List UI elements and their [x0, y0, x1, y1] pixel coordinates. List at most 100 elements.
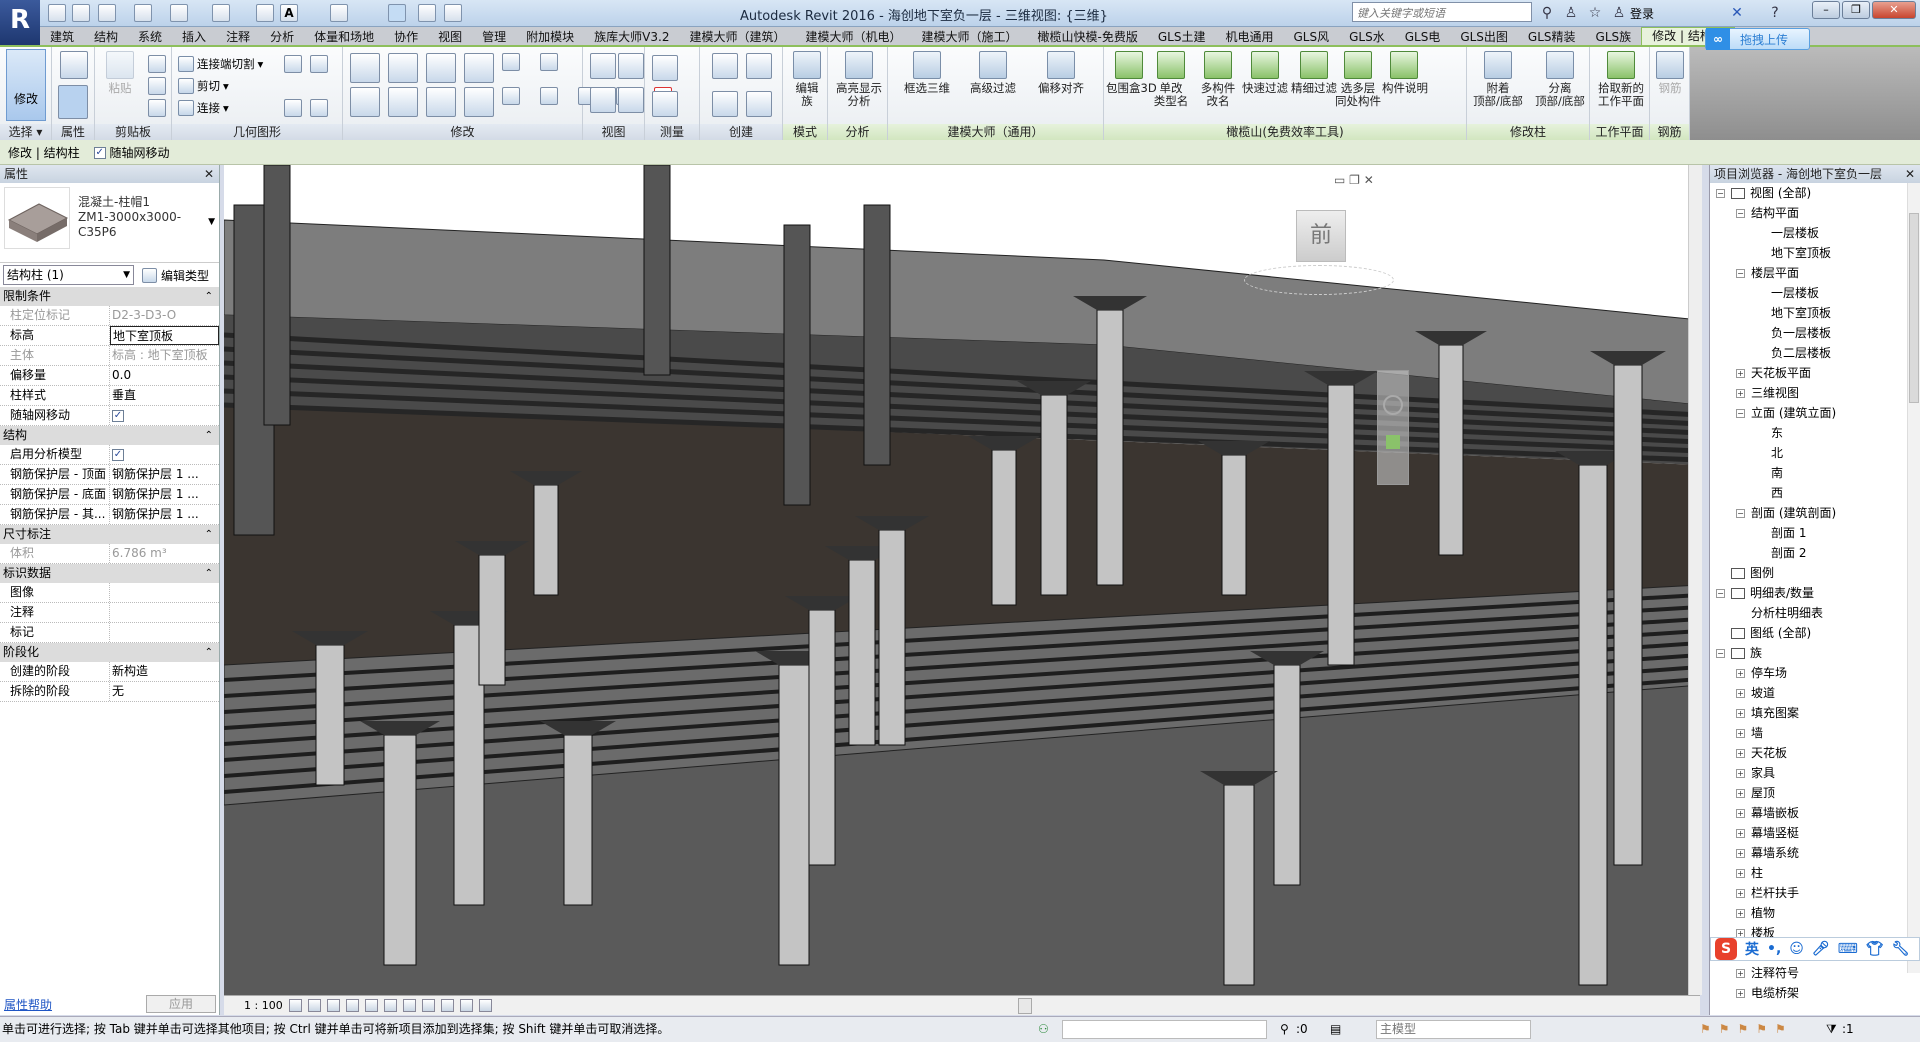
browser-item[interactable]: + 电缆桥架 [1710, 983, 1920, 1003]
properties-help-link[interactable]: 属性帮助 [4, 996, 52, 1013]
collapse-icon[interactable]: − [1736, 508, 1745, 518]
close-hidden-windows-icon[interactable] [418, 4, 436, 22]
browser-item[interactable]: − 结构平面 [1710, 203, 1920, 223]
paint-icon[interactable] [590, 87, 616, 113]
checkbox[interactable]: ✓ [112, 448, 124, 461]
column[interactable] [783, 224, 811, 506]
browser-item[interactable]: 一层楼板 [1710, 283, 1920, 303]
tab-8[interactable]: 视图 [428, 28, 472, 45]
copy-icon[interactable] [388, 87, 418, 117]
column[interactable] [1221, 454, 1247, 596]
expand-icon[interactable]: + [1736, 668, 1745, 678]
tab-16[interactable]: GLS土建 [1148, 28, 1216, 45]
browser-item[interactable]: 负二层楼板 [1710, 343, 1920, 363]
favorites-star-icon[interactable]: ☆ [1586, 4, 1604, 22]
tab-11[interactable]: 族库大师V3.2 [584, 28, 679, 45]
ribbon-button-2[interactable]: 框选三维 [898, 49, 956, 95]
subscription-icon[interactable]: ♙ [1562, 4, 1580, 22]
mirror-draw-axis-icon[interactable] [464, 53, 494, 83]
browser-item[interactable]: − 楼层平面 [1710, 263, 1920, 283]
browser-item[interactable]: 剖面 2 [1710, 543, 1920, 563]
copy-icon[interactable] [148, 77, 166, 95]
ribbon-button-8[interactable]: 快速过滤 [1242, 49, 1288, 95]
tab-1[interactable]: 结构 [84, 28, 128, 45]
chevron-down-icon[interactable]: ▼ [208, 217, 215, 227]
reveal-hidden-icon[interactable] [459, 999, 473, 1012]
browser-item[interactable]: 北 [1710, 443, 1920, 463]
column[interactable] [1223, 784, 1255, 986]
property-value[interactable]: 无 [110, 682, 219, 701]
collapse-icon[interactable]: ⌃ [205, 643, 213, 662]
ribbon-button-6[interactable]: 单改 类型名 [1150, 49, 1192, 108]
browser-item[interactable]: + 幕墙系统 [1710, 843, 1920, 863]
exchange-apps-icon[interactable]: ✕ [1728, 4, 1746, 22]
expand-icon[interactable]: + [1736, 848, 1745, 858]
browser-item[interactable]: 负一层楼板 [1710, 323, 1920, 343]
revit-app-menu-button[interactable]: R [0, 0, 40, 45]
3d-model-render[interactable] [224, 165, 1700, 995]
property-value[interactable]: ✓ [110, 406, 219, 425]
type-selector[interactable]: 混凝土-柱帽1 ZM1-3000x3000- C35P6 ▼ [0, 183, 219, 263]
tab-15[interactable]: 橄榄山快模-免费版 [1028, 28, 1148, 45]
instance-filter-dropdown[interactable]: 结构柱 (1) ▼ [3, 265, 134, 285]
browser-item[interactable]: + 天花板 [1710, 743, 1920, 763]
panel-label[interactable]: 选择 ▾ [0, 124, 51, 140]
column[interactable] [878, 529, 906, 746]
column[interactable] [1327, 384, 1355, 666]
tab-17[interactable]: 机电通用 [1215, 28, 1283, 45]
override-graphics-icon[interactable] [618, 53, 644, 79]
array-icon[interactable] [502, 87, 520, 105]
property-value[interactable]: 新构造 [110, 662, 219, 681]
text-icon[interactable]: A [280, 4, 298, 22]
save-icon[interactable] [72, 4, 90, 22]
expand-icon[interactable]: + [1736, 888, 1745, 898]
geometry-tool-icon-3[interactable] [310, 99, 328, 117]
browser-item[interactable]: + 三维视图 [1710, 383, 1920, 403]
viewcube-compass[interactable] [1244, 265, 1394, 295]
tab-5[interactable]: 分析 [260, 28, 304, 45]
browser-item[interactable]: + 家具 [1710, 763, 1920, 783]
split-gap-icon[interactable] [540, 53, 558, 71]
ime-toolbar[interactable]: S 英 •, ☺ 🎤︎ ⌨ 👕︎ 🔧︎ [1710, 937, 1920, 961]
ribbon-button-0[interactable]: 编辑 族 [786, 49, 828, 108]
geometry-tool-icon-1[interactable] [310, 55, 328, 73]
selection-filter-icons[interactable]: ⚑⚑⚑⚑⚑ [1700, 1017, 1794, 1041]
worksets-icon[interactable]: ⚇ [1038, 1017, 1049, 1041]
column[interactable] [778, 664, 810, 966]
scale-icon[interactable] [540, 87, 558, 105]
workset-dropdown[interactable] [1062, 1020, 1267, 1039]
split-icon[interactable] [502, 53, 520, 71]
column[interactable] [383, 734, 417, 966]
hide-isolate-icon[interactable] [440, 999, 454, 1012]
property-value[interactable] [110, 623, 219, 642]
browser-item[interactable]: 南 [1710, 463, 1920, 483]
viewcube[interactable]: 前 [1296, 210, 1346, 262]
property-value[interactable]: 钢筋保护层 1 ... [110, 505, 219, 524]
edit-type-button[interactable]: 编辑类型 [142, 267, 209, 284]
ribbon-button-1[interactable]: 高亮显示 分析 [830, 49, 888, 108]
measure-icon[interactable] [652, 91, 678, 117]
property-group[interactable]: 结构 ⌃ [0, 426, 219, 445]
tab-3[interactable]: 插入 [172, 28, 216, 45]
lock-view-icon[interactable] [421, 999, 435, 1012]
browser-item[interactable]: − 视图 (全部) [1710, 183, 1920, 203]
browser-item[interactable]: + 墙 [1710, 723, 1920, 743]
collapse-icon[interactable]: − [1716, 648, 1725, 658]
ribbon-button-3[interactable]: 高级过滤 [965, 49, 1021, 95]
checkbox[interactable]: ✓ [93, 147, 106, 159]
3d-viewport[interactable]: ▭ ❐ ✕ 前 [224, 165, 1700, 995]
browser-item[interactable]: 地下室顶板 [1710, 243, 1920, 263]
move-with-grid-option[interactable]: ✓ 随轴网移动 [93, 144, 170, 161]
tab-2[interactable]: 系统 [128, 28, 172, 45]
column[interactable] [315, 644, 345, 786]
browser-item[interactable]: + 屋顶 [1710, 783, 1920, 803]
expand-icon[interactable]: + [1736, 688, 1745, 698]
ribbon-button-7[interactable]: 多构件 改名 [1196, 49, 1240, 108]
browser-item[interactable]: + 坡道 [1710, 683, 1920, 703]
cut-icon[interactable] [148, 55, 166, 73]
tab-9[interactable]: 管理 [472, 28, 516, 45]
property-value[interactable] [110, 603, 219, 622]
filter-icon[interactable]: ⧩ [1826, 1017, 1837, 1041]
property-value[interactable]: 0.0 [110, 366, 219, 385]
zoom-icon[interactable] [1386, 435, 1400, 449]
